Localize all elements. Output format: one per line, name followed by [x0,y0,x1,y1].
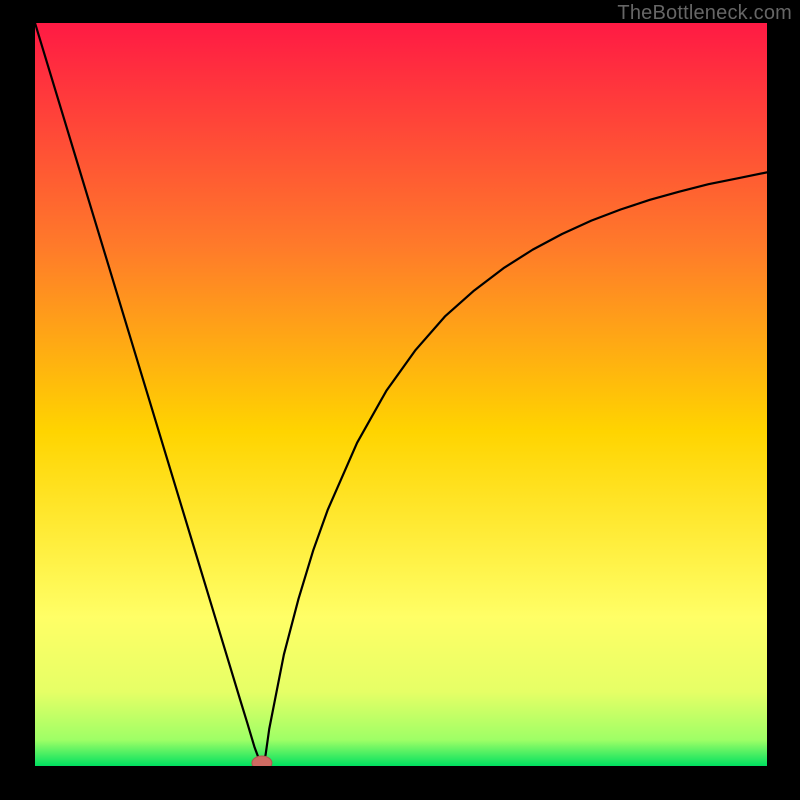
watermark-text: TheBottleneck.com [617,2,792,25]
plot-area [35,23,767,766]
chart-svg [35,23,767,766]
chart-frame: TheBottleneck.com [0,0,800,800]
optimum-marker [252,756,272,766]
gradient-background [35,23,767,766]
